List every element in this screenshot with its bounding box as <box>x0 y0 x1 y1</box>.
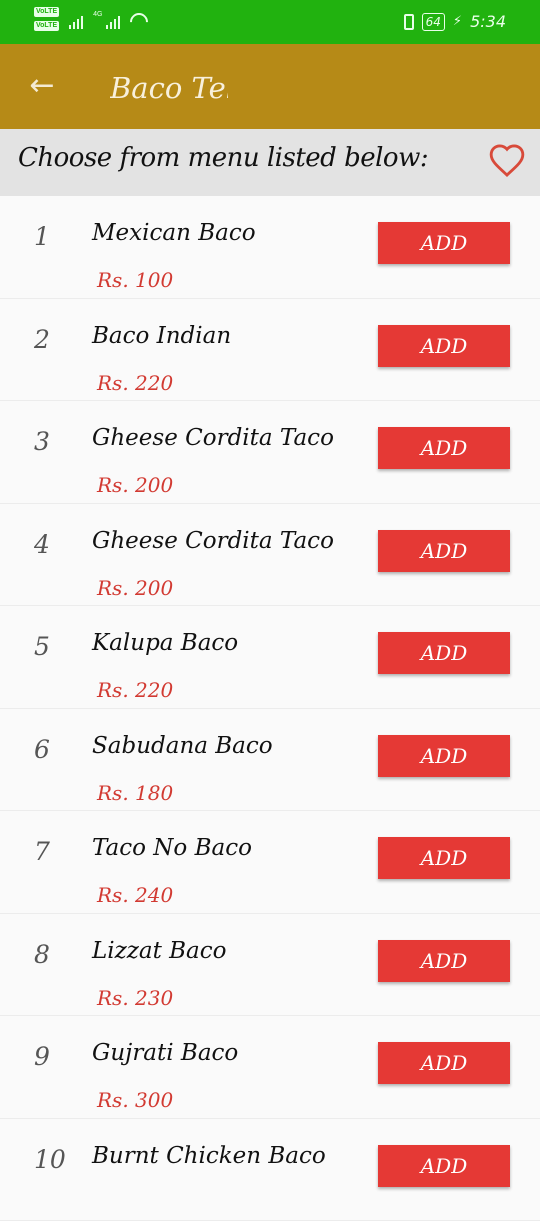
battery-icon: 64 <box>422 13 445 31</box>
signal-icon <box>106 13 120 29</box>
vibrate-icon <box>404 14 414 30</box>
signal-icon <box>69 13 83 29</box>
item-price: Rs. 300 <box>97 1088 173 1112</box>
menu-row: 5 Kalupa Baco Rs. 220 ADD <box>0 606 540 709</box>
volte-indicators: VoLTE VoLTE <box>34 7 59 31</box>
item-name: Kalupa Baco <box>92 630 238 656</box>
item-price: Rs. 180 <box>97 781 173 805</box>
wifi-icon <box>127 9 152 34</box>
item-name: Taco No Baco <box>92 835 252 861</box>
volte-badge: VoLTE <box>34 7 59 17</box>
charging-icon: ⚡ <box>453 14 462 29</box>
item-number: 3 <box>34 427 50 456</box>
app-bar: ← Baco Teli <box>0 44 540 129</box>
item-name: Gheese Cordita Taco <box>92 425 334 451</box>
add-button[interactable]: ADD <box>378 427 510 469</box>
item-price: Rs. 220 <box>97 371 173 395</box>
item-number: 10 <box>34 1145 66 1174</box>
menu-row: 2 Baco Indian Rs. 220 ADD <box>0 299 540 402</box>
menu-row: 4 Gheese Cordita Taco Rs. 200 ADD <box>0 504 540 607</box>
item-price: Rs. 240 <box>97 883 173 907</box>
page-title: Baco Teli <box>110 68 228 108</box>
menu-row: 7 Taco No Baco Rs. 240 ADD <box>0 811 540 914</box>
add-button[interactable]: ADD <box>378 325 510 367</box>
item-number: 6 <box>34 735 50 764</box>
item-name: Burnt Chicken Baco <box>92 1143 326 1169</box>
menu-list: 1 Mexican Baco Rs. 100 ADD 2 Baco Indian Rs. 2… <box>0 196 540 1221</box>
status-left: VoLTE VoLTE 4G <box>34 7 148 31</box>
item-name: Sabudana Baco <box>92 733 273 759</box>
item-number: 4 <box>34 530 50 559</box>
volte-badge: VoLTE <box>34 21 59 31</box>
status-right: 64 ⚡ 5:34 <box>404 12 506 31</box>
item-price: Rs. 100 <box>97 268 173 292</box>
menu-row: 3 Gheese Cordita Taco Rs. 200 ADD <box>0 401 540 504</box>
item-price: Rs. 220 <box>97 678 173 702</box>
item-price: Rs. 200 <box>97 473 173 497</box>
item-number: 1 <box>34 222 50 251</box>
add-button[interactable]: ADD <box>378 1145 510 1187</box>
network-type: 4G <box>93 11 102 18</box>
add-button[interactable]: ADD <box>378 735 510 777</box>
item-number: 5 <box>34 632 50 661</box>
heart-outline-icon[interactable] <box>488 142 526 178</box>
add-button[interactable]: ADD <box>378 530 510 572</box>
item-number: 7 <box>34 837 50 866</box>
add-button[interactable]: ADD <box>378 940 510 982</box>
item-name: Gujrati Baco <box>92 1040 238 1066</box>
item-name: Baco Indian <box>92 323 231 349</box>
item-price: Rs. 200 <box>97 576 173 600</box>
arrow-left-icon[interactable]: ← <box>24 68 60 104</box>
status-bar: VoLTE VoLTE 4G 64 ⚡ 5:34 <box>0 0 540 44</box>
item-name: Lizzat Baco <box>92 938 226 964</box>
menu-row: 6 Sabudana Baco Rs. 180 ADD <box>0 709 540 812</box>
item-number: 8 <box>34 940 50 969</box>
clock: 5:34 <box>470 12 506 31</box>
item-number: 9 <box>34 1042 50 1071</box>
add-button[interactable]: ADD <box>378 632 510 674</box>
menu-header-text: Choose from menu listed below: <box>18 143 428 173</box>
menu-header: Choose from menu listed below: <box>0 129 540 196</box>
add-button[interactable]: ADD <box>378 837 510 879</box>
add-button[interactable]: ADD <box>378 1042 510 1084</box>
item-name: Gheese Cordita Taco <box>92 528 334 554</box>
add-button[interactable]: ADD <box>378 222 510 264</box>
menu-row: 1 Mexican Baco Rs. 100 ADD <box>0 196 540 299</box>
item-name: Mexican Baco <box>92 220 256 246</box>
item-number: 2 <box>34 325 50 354</box>
menu-row: 8 Lizzat Baco Rs. 230 ADD <box>0 914 540 1017</box>
item-price: Rs. 230 <box>97 986 173 1010</box>
menu-row: 9 Gujrati Baco Rs. 300 ADD <box>0 1016 540 1119</box>
